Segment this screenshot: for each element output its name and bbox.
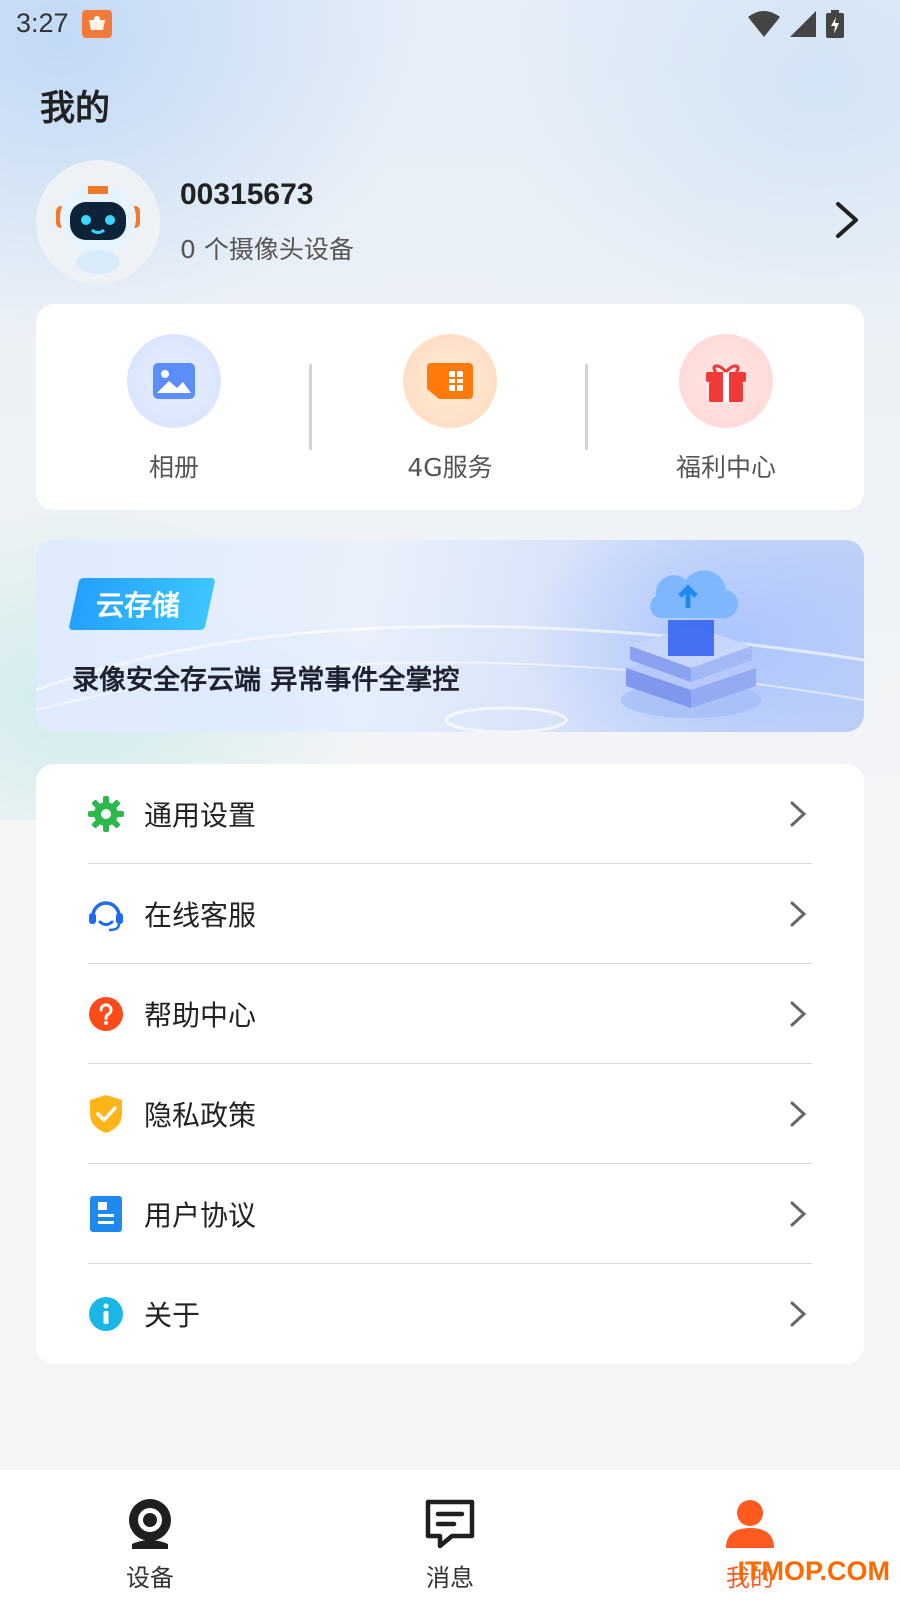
person-icon <box>722 1496 778 1552</box>
quick-actions-card: 相册 4G服务 福利中心 <box>36 304 864 510</box>
menu-item-user-agreement[interactable]: 用户协议 <box>88 1164 812 1264</box>
settings-menu: 通用设置 在线客服 帮助中心 隐私政策 用户协议 关于 <box>36 764 864 1364</box>
nav-label: 消息 <box>426 1564 474 1592</box>
watermark: ITMOP.COM <box>737 1556 890 1586</box>
nav-tab-devices[interactable]: 设备 <box>0 1470 300 1600</box>
menu-item-label: 关于 <box>144 1299 201 1332</box>
device-count: 0 个摄像头设备 <box>180 235 354 264</box>
menu-item-privacy-policy[interactable]: 隐私政策 <box>88 1064 812 1164</box>
headset-icon <box>88 896 124 932</box>
sim-card-icon <box>403 334 497 428</box>
quick-action-label: 4G服务 <box>407 453 493 482</box>
chevron-right-icon <box>788 1200 808 1228</box>
cloud-storage-banner[interactable]: 云存储 录像安全存云端 异常事件全掌控 <box>36 540 864 732</box>
nav-label: 设备 <box>126 1564 174 1592</box>
quick-action-4g-service[interactable]: 4G服务 <box>312 304 588 510</box>
chevron-right-icon[interactable] <box>830 200 862 240</box>
question-icon <box>88 996 124 1032</box>
info-icon <box>88 1296 124 1332</box>
nav-tab-messages[interactable]: 消息 <box>300 1470 600 1600</box>
gear-icon <box>88 795 124 832</box>
quick-action-label: 福利中心 <box>675 453 776 482</box>
wifi-icon <box>748 11 780 37</box>
shield-check-icon <box>88 1094 124 1133</box>
status-time: 3:27 <box>16 8 69 38</box>
menu-item-label: 在线客服 <box>144 898 257 932</box>
cloud-server-illustration <box>596 550 796 730</box>
menu-item-online-support[interactable]: 在线客服 <box>88 864 812 964</box>
robot-avatar[interactable] <box>36 160 160 284</box>
chevron-right-icon <box>788 1000 808 1028</box>
quick-action-label: 相册 <box>148 453 199 482</box>
menu-item-general-settings[interactable]: 通用设置 <box>88 764 812 864</box>
banner-subtitle: 录像安全存云端 异常事件全掌控 <box>72 665 460 696</box>
quick-action-album[interactable]: 相册 <box>36 304 312 510</box>
user-id[interactable]: 00315673 <box>180 178 313 212</box>
photo-icon <box>127 334 221 428</box>
menu-item-label: 隐私政策 <box>144 1098 257 1132</box>
chevron-right-icon <box>788 1300 808 1328</box>
chevron-right-icon <box>788 1100 808 1128</box>
menu-item-label: 帮助中心 <box>144 998 257 1032</box>
menu-item-about[interactable]: 关于 <box>88 1264 812 1364</box>
status-icons <box>748 10 844 38</box>
menu-item-label: 用户协议 <box>144 1198 257 1232</box>
app-notification-icon <box>82 10 112 38</box>
page-title: 我的 <box>40 89 111 129</box>
signal-icon <box>790 11 816 37</box>
quick-action-welfare-center[interactable]: 福利中心 <box>588 304 864 510</box>
message-icon <box>422 1496 478 1552</box>
chevron-right-icon <box>788 900 808 928</box>
battery-charging-icon <box>826 10 844 38</box>
chevron-right-icon <box>788 800 808 828</box>
menu-item-help-center[interactable]: 帮助中心 <box>88 964 812 1064</box>
banner-tag: 云存储 <box>96 589 181 622</box>
gift-icon <box>679 334 773 428</box>
document-icon <box>88 1195 124 1232</box>
camera-icon <box>122 1496 178 1552</box>
menu-item-label: 通用设置 <box>144 798 257 832</box>
